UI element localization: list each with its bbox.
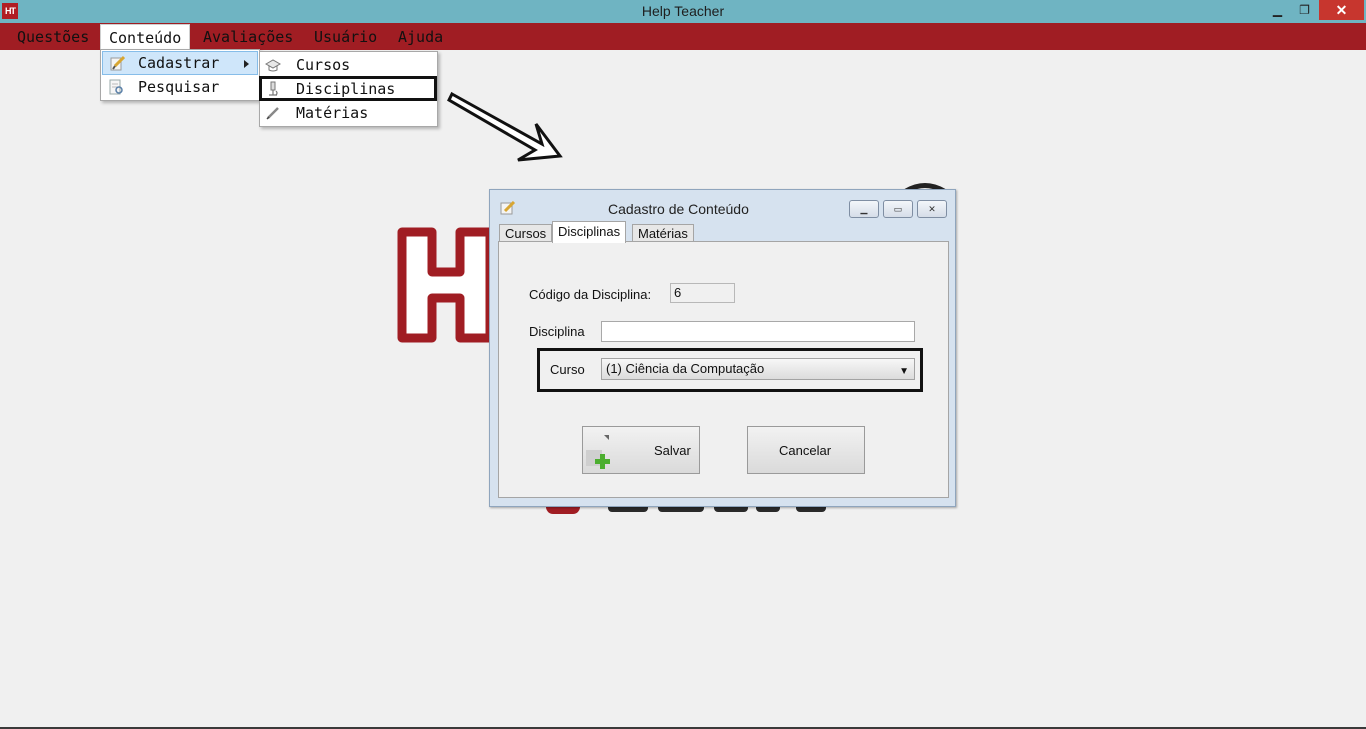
menu-usuario[interactable]: Usuário xyxy=(306,23,385,50)
dialog-maximize-button[interactable]: ▭ xyxy=(883,200,913,218)
dialog-minimize-button[interactable]: ▁ xyxy=(849,200,879,218)
pencil-note-icon xyxy=(110,55,125,71)
tab-disciplinas[interactable]: Disciplinas xyxy=(552,221,627,243)
disciplinas-panel: Código da Disciplina: 6 Disciplina Curso… xyxy=(498,241,949,498)
disciplinas-highlight-box xyxy=(259,76,437,101)
codigo-field[interactable]: 6 xyxy=(670,283,735,303)
submenu-item-cursos-label: Cursos xyxy=(296,56,351,74)
salvar-label: Salvar xyxy=(654,443,691,458)
curso-select-value: (1) Ciência da Computação xyxy=(606,361,765,376)
add-document-icon xyxy=(586,435,610,469)
chevron-right-icon xyxy=(244,60,249,68)
minimize-button[interactable]: ▁ xyxy=(1264,0,1291,20)
codigo-label: Código da Disciplina: xyxy=(529,287,652,302)
curso-select[interactable]: (1) Ciência da Computação ▼ xyxy=(601,358,915,380)
window-title: Help Teacher xyxy=(641,3,725,19)
menu-avaliacoes[interactable]: Avaliações xyxy=(195,23,301,50)
submenu-item-materias[interactable]: Matérias xyxy=(260,101,437,125)
salvar-button[interactable]: Salvar xyxy=(582,426,700,474)
dialog-close-button[interactable]: ✕ xyxy=(917,200,947,218)
conteudo-dropdown: Cadastrar Pesquisar xyxy=(100,49,260,101)
menu-questoes[interactable]: Questões xyxy=(9,23,97,50)
submenu-item-materias-label: Matérias xyxy=(296,104,369,122)
submenu-item-cursos[interactable]: Cursos xyxy=(260,53,437,77)
cancelar-label: Cancelar xyxy=(779,443,832,458)
disciplina-input[interactable] xyxy=(601,321,915,342)
dialog-titlebar: Cadastro de Conteúdo ▁ ▭ ✕ xyxy=(490,190,955,220)
menu-ajuda[interactable]: Ajuda xyxy=(390,23,451,50)
cancelar-button[interactable]: Cancelar xyxy=(747,426,865,474)
help-teacher-logo-icon xyxy=(397,227,495,343)
close-button[interactable]: ✕ xyxy=(1319,0,1364,20)
menu-bar: Questões Conteúdo Avaliações Usuário Aju… xyxy=(0,23,1366,51)
document-search-icon xyxy=(109,79,123,95)
chevron-down-icon: ▼ xyxy=(899,366,909,377)
dialog-edit-icon xyxy=(500,201,516,215)
curso-label: Curso xyxy=(550,362,585,377)
menu-conteudo[interactable]: Conteúdo xyxy=(100,24,191,51)
dialog-title: Cadastro de Conteúdo xyxy=(608,201,749,217)
cadastro-dialog: Cadastro de Conteúdo ▁ ▭ ✕ Cursos Discip… xyxy=(489,189,956,507)
pencil-icon xyxy=(266,107,279,120)
window-titlebar: HT Help Teacher ▁ ❐ ✕ xyxy=(0,0,1366,23)
menu-item-cadastrar-label: Cadastrar xyxy=(138,54,220,72)
menu-item-pesquisar[interactable]: Pesquisar xyxy=(102,75,258,99)
graduation-cap-icon xyxy=(265,59,281,72)
disciplina-label: Disciplina xyxy=(529,324,585,339)
restore-button[interactable]: ❐ xyxy=(1291,0,1318,20)
menu-item-cadastrar[interactable]: Cadastrar xyxy=(102,51,258,75)
annotation-arrow-icon xyxy=(447,91,563,162)
menu-item-pesquisar-label: Pesquisar xyxy=(138,78,220,96)
